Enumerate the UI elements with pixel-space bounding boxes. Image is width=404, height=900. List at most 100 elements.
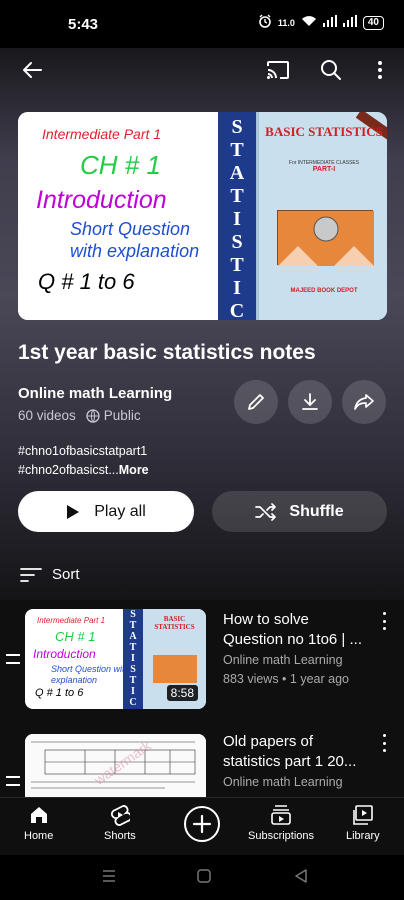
back-system-button[interactable] xyxy=(294,868,308,889)
spine-letter: I xyxy=(233,208,241,230)
spine-letter: S xyxy=(231,231,243,253)
globe-icon xyxy=(86,408,100,423)
wifi-icon xyxy=(301,15,317,30)
signal-icon-2 xyxy=(342,15,357,30)
spine-letter: I xyxy=(131,653,135,664)
tags-line-2-text: #chno2ofbasicst... xyxy=(18,463,119,477)
sort-label: Sort xyxy=(52,566,80,583)
recent-apps-button[interactable] xyxy=(102,869,116,888)
nav-shorts-label: Shorts xyxy=(104,830,136,842)
playlist-owner[interactable]: Online math Learning xyxy=(18,385,172,402)
thumb-line-4: Short Question with explanation xyxy=(51,664,130,685)
video-channel: Online math Learning xyxy=(223,653,343,667)
nav-library-label: Library xyxy=(346,830,380,842)
book-publisher: MAJEED BOOK DEPOT xyxy=(290,288,358,294)
cover-text-panel: Intermediate Part 1 CH # 1 Introduction … xyxy=(18,112,218,320)
thumb-line-5: Q # 1 to 6 xyxy=(35,687,84,699)
drag-handle-icon[interactable] xyxy=(6,776,20,786)
spine-letter: A xyxy=(129,631,137,642)
create-button[interactable] xyxy=(184,806,220,842)
more-link[interactable]: More xyxy=(119,463,149,477)
nav-subscriptions-label: Subscriptions xyxy=(248,830,315,842)
book-title: BASIC STATISTICS xyxy=(265,124,383,139)
video-channel: Online math Learning xyxy=(223,775,343,789)
status-bar: 5:43 11.0 40 xyxy=(0,0,404,48)
spine-letter: T xyxy=(129,675,137,686)
cover-line-2: CH # 1 xyxy=(80,150,161,180)
home-system-button[interactable] xyxy=(196,868,212,889)
cover-line-1: Intermediate Part 1 xyxy=(42,126,162,142)
back-button[interactable] xyxy=(16,54,48,86)
book-cover: BASIC STATISTICS For INTERMEDIATE CLASSE… xyxy=(256,112,387,320)
pencil-icon xyxy=(248,394,264,410)
nav-home[interactable]: Home xyxy=(24,804,53,842)
playlist-cover-image[interactable]: Intermediate Part 1 CH # 1 Introduction … xyxy=(18,112,387,320)
edit-playlist-button[interactable] xyxy=(234,380,278,424)
video-title[interactable]: How to solve Question no 1to6 | ... xyxy=(223,610,373,650)
download-playlist-button[interactable] xyxy=(288,380,332,424)
playlist-title: 1st year basic statistics notes xyxy=(18,341,316,364)
cast-button[interactable] xyxy=(262,54,294,86)
book-spine: S T A T I S T I C S xyxy=(218,112,256,320)
play-all-button[interactable]: Play all xyxy=(18,491,194,532)
nav-library[interactable]: Library xyxy=(346,804,380,842)
spine-letter: T xyxy=(230,254,244,276)
square-icon xyxy=(197,869,211,883)
top-bar xyxy=(0,48,404,92)
status-icons: 11.0 40 xyxy=(258,14,384,31)
system-navigation-bar xyxy=(0,855,404,900)
status-time: 5:43 xyxy=(68,16,99,33)
spine-letter: C xyxy=(129,697,137,708)
more-options-button[interactable] xyxy=(364,54,396,86)
alarm-icon xyxy=(258,14,272,31)
thumb-book-illustration xyxy=(153,655,197,683)
shorts-icon xyxy=(110,805,130,826)
video-more-button[interactable] xyxy=(378,612,390,630)
spine-letter: T xyxy=(129,620,137,631)
video-title[interactable]: Old papers of statistics part 1 20... xyxy=(223,732,373,772)
book-illustration xyxy=(277,210,374,266)
search-button[interactable] xyxy=(315,54,347,86)
shuffle-icon xyxy=(255,502,277,521)
arrow-left-icon xyxy=(23,62,42,78)
cover-line-4: Short Question with explanation xyxy=(70,219,200,261)
cover-line-5: Q # 1 to 6 xyxy=(38,269,135,294)
spine-letter: T xyxy=(230,139,244,161)
video-more-button[interactable] xyxy=(378,734,390,752)
thumb-book-spine: S T A T I S T I C S xyxy=(123,609,143,709)
visibility-badge: Public xyxy=(86,408,141,423)
menu-lines-icon xyxy=(103,870,115,882)
tags-line-2: #chno2ofbasicst...More xyxy=(18,461,149,480)
signal-icon xyxy=(322,15,337,30)
nav-shorts[interactable]: Shorts xyxy=(104,804,136,842)
spine-letter: T xyxy=(129,642,137,653)
net-speed: 11.0 xyxy=(277,17,295,28)
tags-line-1: #chno1ofbasicstatpart1 xyxy=(18,444,148,458)
share-playlist-button[interactable] xyxy=(342,380,386,424)
nav-subscriptions[interactable]: Subscriptions xyxy=(248,804,314,842)
share-icon xyxy=(354,394,374,410)
spine-letter: S xyxy=(130,664,136,675)
spine-letter: S xyxy=(130,708,136,709)
spine-letter: I xyxy=(233,277,241,299)
spine-letter: I xyxy=(131,686,135,697)
sort-button[interactable]: Sort xyxy=(20,566,80,583)
spine-letter: S xyxy=(130,609,136,620)
play-icon xyxy=(67,504,80,519)
video-thumbnail[interactable]: Intermediate Part 1 CH # 1 Introduction … xyxy=(25,609,206,709)
shuffle-button[interactable]: Shuffle xyxy=(212,491,387,532)
spine-letter: S xyxy=(231,116,243,138)
video-duration: 8:58 xyxy=(166,685,198,701)
playlist-description[interactable]: #chno1ofbasicstatpart1 #chno2ofbasicst..… xyxy=(18,442,149,480)
shuffle-label: Shuffle xyxy=(289,502,344,520)
home-icon xyxy=(30,807,47,823)
play-all-label: Play all xyxy=(94,502,146,520)
drag-handle-icon[interactable] xyxy=(6,654,20,664)
visibility-label: Public xyxy=(103,408,141,423)
playlist-video-row[interactable]: Intermediate Part 1 CH # 1 Introduction … xyxy=(0,606,404,714)
cover-line-3: Introduction xyxy=(36,186,167,214)
video-meta: 883 views • 1 year ago xyxy=(223,672,349,686)
plus-icon xyxy=(192,814,212,834)
spine-letter: T xyxy=(230,185,244,207)
thumb-book-title: BASIC STATISTICS xyxy=(154,615,195,631)
